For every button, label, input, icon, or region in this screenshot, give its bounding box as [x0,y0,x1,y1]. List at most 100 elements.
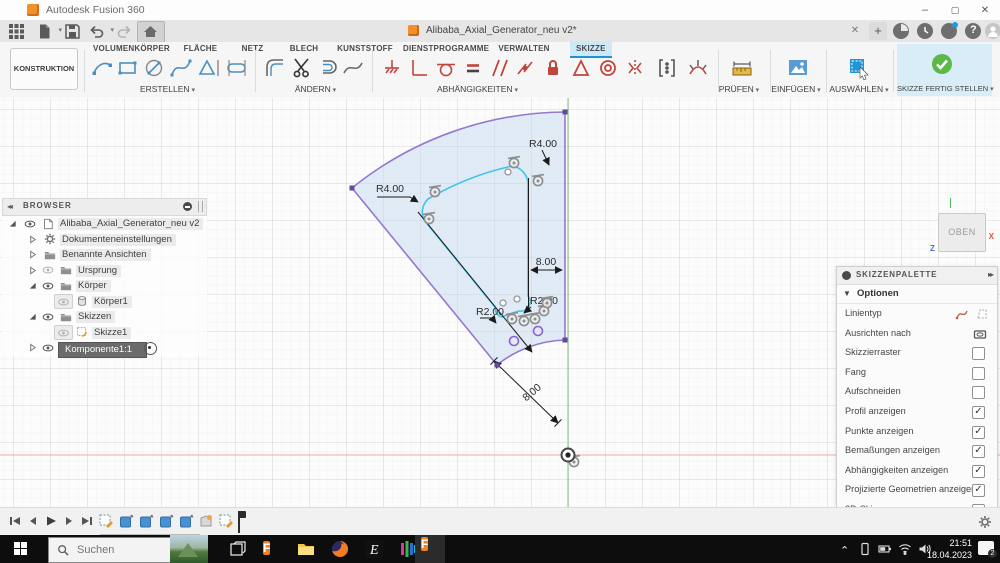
extensions-icon[interactable] [893,23,909,39]
collapse-palette-icon[interactable] [988,270,992,279]
tree-item-skizze1[interactable]: Skizze1 [2,324,207,341]
timeline-modify-feature[interactable] [198,513,214,529]
dim-8-diagonal[interactable]: 8.00 [520,381,543,403]
group-label-pruefen[interactable]: PRÜFEN [708,84,770,94]
timeline-extrude-feature[interactable] [118,513,134,529]
timeline-settings-gear-icon[interactable] [978,515,992,529]
checkbox-punkte-anzeigen[interactable]: ✓ [972,425,985,439]
constraint-triangle-icon[interactable] [569,56,593,80]
group-label-abhaengigkeiten[interactable]: ABHÄNGIGKEITEN [430,84,525,94]
tray-chevron-icon[interactable] [838,542,852,557]
checkbox-fang[interactable] [972,366,985,380]
linetype-spline-icon[interactable] [955,307,969,321]
browser-header[interactable]: BROWSER [2,198,207,216]
start-button[interactable] [14,542,28,556]
notification-center-icon[interactable]: 2 [978,541,997,558]
tab-kunststoff[interactable]: KUNSTSTOFF [335,41,395,56]
notifications-bell-icon[interactable] [941,22,958,39]
user-profile-icon[interactable] [985,23,1000,39]
checkbox-projizierte-geometrien[interactable]: ✓ [972,484,985,498]
new-tab-button[interactable] [869,22,887,40]
palette-header[interactable]: SKIZZENPALETTE [837,267,997,285]
group-label-auswaehlen[interactable]: AUSWÄHLEN [828,84,890,94]
step-back-icon[interactable] [26,514,40,528]
group-label-skizze-fertig-stellen[interactable]: SKIZZE FERTIG STELLEN [897,84,992,93]
finish-sketch-icon[interactable] [930,52,954,76]
rectangle-tool-icon[interactable] [116,56,140,80]
checkbox-profil-anzeigen[interactable]: ✓ [972,405,985,419]
polygon-tool-icon[interactable] [197,56,221,80]
skip-to-end-icon[interactable] [80,514,94,528]
sketch-canvas[interactable]: R4.00 R4.00 8.00 R2.00 R2.00 8.00 [0,98,1000,544]
taskbar-fusion360-active[interactable] [415,535,445,563]
constraint-lock-icon[interactable] [541,56,565,80]
dim-8-horizontal[interactable]: 8.00 [536,256,557,268]
tree-item-dokumenteneinstellungen[interactable]: Dokumenteneinstellungen [2,232,207,248]
tree-item-benannte-ansichten[interactable]: Benannte Ansichten [2,247,207,263]
timeline-extrude-feature[interactable] [158,513,174,529]
tree-item-skizzen[interactable]: Skizzen [2,309,207,325]
timeline-extrude-feature[interactable] [138,513,154,529]
tree-item-root[interactable]: Alibaba_Axial_Generator_neu v2 [2,216,207,232]
fillet-tool-icon[interactable] [263,56,287,80]
constraint-coincident-icon[interactable] [513,56,537,80]
search-input[interactable] [75,543,159,557]
timeline-extrude-feature[interactable] [178,513,194,529]
close-button[interactable] [970,0,1000,20]
phone-link-icon[interactable] [858,542,872,556]
dim-r2-left[interactable]: R2.00 [476,306,504,318]
offset-tool-icon[interactable] [316,56,340,80]
redo-icon[interactable] [116,23,142,40]
app-grid-icon[interactable] [8,23,25,40]
konstruktion-dropdown[interactable]: KONSTRUKTION ▾ [10,48,78,113]
save-icon[interactable] [64,23,81,40]
file-explorer-icon[interactable] [296,539,316,559]
view-cube-face[interactable]: OBEN [938,213,986,252]
options-section-header[interactable]: Optionen [837,285,997,304]
group-label-aendern[interactable]: ÄNDERN [278,84,353,94]
collapse-panel-icon[interactable] [7,202,11,211]
select-tool-icon[interactable] [847,56,871,81]
constraint-tangent-icon[interactable] [434,56,458,80]
constraint-fix-icon[interactable] [380,56,404,80]
timeline-sketch-feature[interactable] [218,513,234,529]
edit-spline-icon[interactable] [341,56,365,80]
search-box[interactable] [48,537,172,563]
tab-verwalten[interactable]: VERWALTEN [495,41,553,56]
view-cube[interactable]: OBEN X Z [930,198,994,253]
dim-r4-left[interactable]: R4.00 [376,183,404,195]
checkbox-skizzierraster[interactable] [972,347,985,361]
palette-menu-icon[interactable] [842,271,851,280]
file-menu-icon[interactable] [36,23,62,40]
skip-to-start-icon[interactable] [8,514,22,528]
timeline-playhead-flag[interactable] [238,511,246,518]
trim-scissors-icon[interactable] [290,56,314,80]
circle-tool-icon[interactable] [142,56,166,80]
tab-volumenkoerper[interactable]: VOLUMENKÖRPER [93,41,170,56]
weather-widget[interactable] [170,535,208,563]
panel-grip-icon[interactable] [198,201,203,212]
job-status-icon[interactable] [917,23,933,39]
constraint-concentric-icon[interactable] [596,56,620,80]
checkbox-abhaengigkeiten-anzeigen[interactable]: ✓ [972,464,985,478]
constraint-curvature-icon[interactable] [686,56,710,80]
tree-item-ursprung[interactable]: Ursprung [2,263,207,279]
constraint-equal-icon[interactable] [461,56,485,80]
constraint-parallel-icon[interactable] [488,56,512,80]
help-icon[interactable] [965,23,981,39]
group-label-erstellen[interactable]: ERSTELLEN [120,84,215,94]
undo-icon[interactable] [88,23,114,40]
origin-point[interactable] [560,447,576,463]
constraint-symmetry-icon[interactable] [623,56,647,80]
taskbar-fusion360-icon[interactable] [262,539,282,559]
tree-item-koerper1[interactable]: Körper1 [2,293,207,310]
e-app-icon[interactable]: E [364,539,384,559]
task-view-icon[interactable] [228,539,248,559]
maximize-button[interactable] [940,0,970,20]
linetype-shape-icon[interactable] [975,307,989,321]
visibility-toggle[interactable] [54,324,73,340]
constraint-midpoint-icon[interactable] [655,56,679,80]
insert-image-icon[interactable] [786,56,810,80]
document-tab-close-icon[interactable] [848,24,862,38]
checkbox-aufschneiden[interactable] [972,386,985,400]
